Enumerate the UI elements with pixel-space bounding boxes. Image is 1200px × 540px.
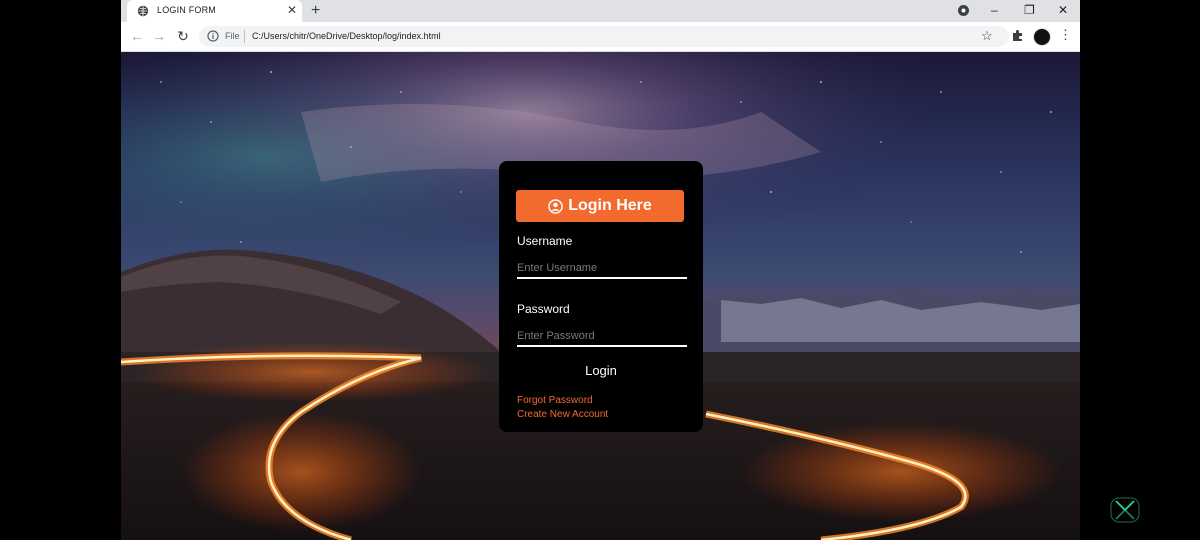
tab-strip: LOGIN FORM ✕ + – ❐ ✕ — [121, 0, 1080, 22]
forgot-password-link[interactable]: Forgot Password — [517, 395, 593, 406]
page-content: Login Here Username Password Login Forgo… — [121, 52, 1080, 540]
minimize-button[interactable]: – — [991, 2, 998, 18]
address-bar[interactable]: File C:/Users/chitr/OneDrive/Desktop/log… — [199, 26, 1009, 47]
password-field[interactable] — [517, 327, 687, 347]
back-arrow-icon[interactable]: ← — [129, 28, 145, 44]
forward-arrow-icon[interactable]: → — [151, 28, 167, 44]
left-letterbox — [0, 0, 121, 540]
right-letterbox — [1080, 0, 1200, 540]
close-tab-icon[interactable]: ✕ — [287, 3, 297, 17]
login-form: Login Here Username Password Login Forgo… — [499, 161, 703, 432]
close-window-button[interactable]: ✕ — [1058, 2, 1068, 18]
info-icon[interactable] — [207, 30, 219, 42]
avatar[interactable] — [1033, 28, 1051, 46]
tab-login-form[interactable]: LOGIN FORM ✕ — [127, 0, 302, 22]
kebab-menu-icon[interactable]: ⋮ — [1059, 27, 1072, 43]
restore-button[interactable]: ❐ — [1024, 2, 1035, 18]
reload-icon[interactable]: ↻ — [175, 28, 191, 44]
password-label: Password — [517, 302, 570, 316]
screen-recorder-icon[interactable] — [1110, 497, 1140, 523]
browser-window: LOGIN FORM ✕ + – ❐ ✕ ← → ↻ File C:/Users… — [121, 0, 1080, 540]
media-control-icon[interactable] — [958, 5, 969, 16]
globe-icon — [137, 5, 149, 17]
username-label: Username — [517, 234, 573, 248]
new-tab-button[interactable]: + — [311, 1, 320, 21]
tab-title: LOGIN FORM — [157, 5, 217, 15]
create-account-link[interactable]: Create New Account — [517, 409, 608, 420]
login-header: Login Here — [516, 190, 684, 222]
toolbar: ← → ↻ File C:/Users/chitr/OneDrive/Deskt… — [121, 22, 1080, 52]
username-field[interactable] — [517, 259, 687, 279]
login-button[interactable]: Login — [559, 362, 643, 380]
puzzle-icon[interactable] — [1011, 29, 1024, 42]
star-icon[interactable]: ☆ — [981, 28, 993, 44]
omnibox-divider — [244, 30, 245, 43]
login-title: Login Here — [568, 197, 652, 214]
user-circle-icon — [548, 198, 564, 214]
file-label: File — [225, 31, 240, 41]
url-text[interactable]: C:/Users/chitr/OneDrive/Desktop/log/inde… — [252, 31, 441, 41]
